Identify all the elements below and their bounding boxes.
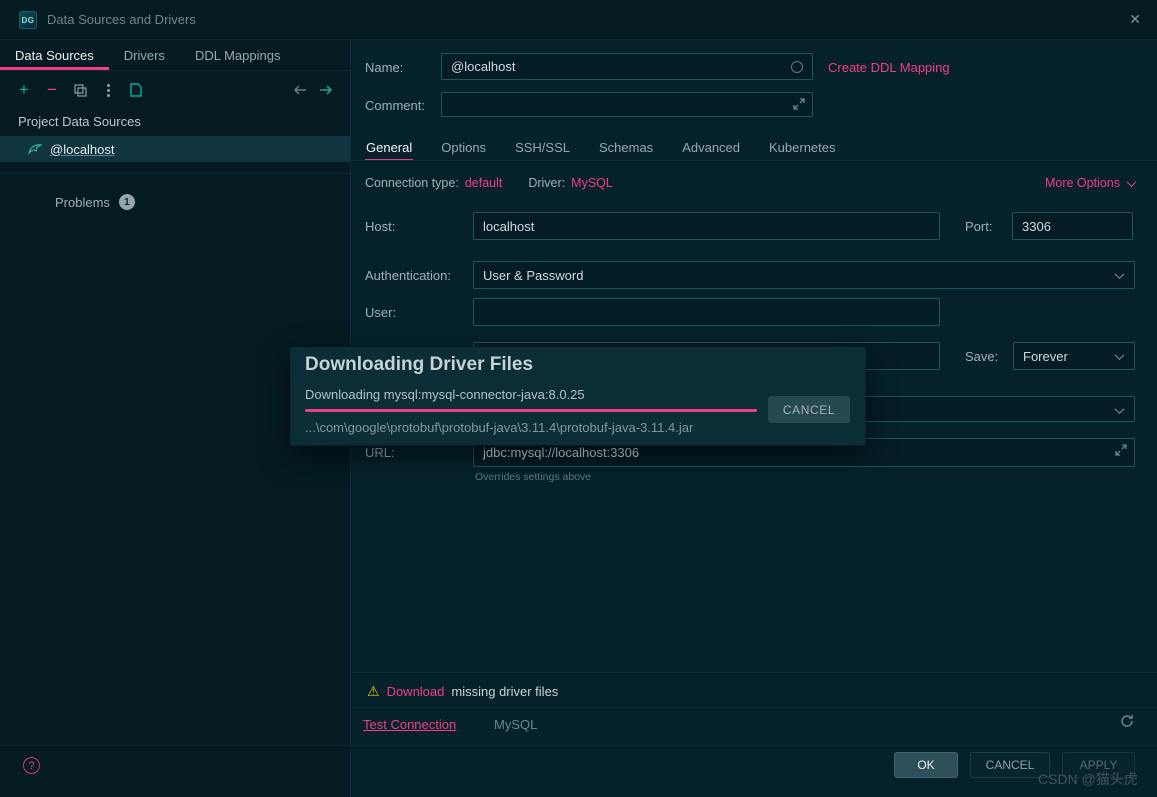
url-label: URL: (365, 445, 395, 460)
name-input[interactable]: @localhost (441, 53, 813, 80)
connection-type-value[interactable]: default (465, 176, 503, 190)
tab-data-sources[interactable]: Data Sources (0, 40, 109, 70)
loading-spinner-icon (791, 61, 803, 73)
popup-status-text: Downloading mysql:mysql-connector-java:8… (305, 387, 585, 402)
sidebar-tabs: Data Sources Drivers DDL Mappings (0, 40, 350, 71)
port-label: Port: (965, 219, 992, 234)
comment-input[interactable] (441, 92, 813, 117)
content-divider (351, 672, 1157, 673)
tab-general[interactable]: General (365, 134, 413, 161)
warning-icon: ⚠ (367, 683, 380, 700)
tab-options[interactable]: Options (440, 134, 487, 161)
tab-advanced[interactable]: Advanced (681, 134, 741, 161)
create-ddl-mapping-link[interactable]: Create DDL Mapping (828, 60, 950, 75)
app-icon: DG (19, 11, 37, 29)
driver-name-label: MySQL (494, 717, 537, 732)
tab-drivers[interactable]: Drivers (109, 40, 180, 70)
datasource-item-localhost[interactable]: @localhost (0, 136, 350, 162)
titlebar: DG Data Sources and Drivers ✕ (0, 0, 1157, 40)
tab-ssh-ssl[interactable]: SSH/SSL (514, 134, 571, 161)
remove-icon[interactable]: − (44, 82, 60, 98)
problems-label: Problems (55, 195, 110, 210)
authentication-select[interactable]: User & Password (473, 261, 1135, 289)
chevron-down-icon (1115, 269, 1125, 279)
driver-label: Driver: (528, 176, 565, 190)
restore-defaults-icon[interactable] (1119, 713, 1135, 734)
ok-button[interactable]: OK (894, 752, 958, 778)
download-progress-bar (305, 409, 757, 412)
test-connection-link[interactable]: Test Connection (363, 717, 456, 732)
new-datasource-file-icon[interactable] (128, 82, 144, 98)
port-value: 3306 (1022, 219, 1051, 234)
window-title: Data Sources and Drivers (47, 12, 196, 27)
chevron-down-icon (1115, 350, 1125, 360)
user-input[interactable] (473, 298, 940, 326)
download-progress-fill (305, 409, 757, 412)
save-select[interactable]: Forever (1013, 342, 1135, 370)
forward-arrow-icon[interactable] (318, 82, 334, 98)
watermark: CSDN @猫头虎 (1038, 769, 1138, 789)
problems-node[interactable]: Problems 1 (55, 194, 135, 210)
popup-file-path: ...\com\google\protobuf\protobuf-java\3.… (305, 420, 693, 435)
duplicate-icon[interactable] (72, 82, 88, 98)
tab-kubernetes[interactable]: Kubernetes (768, 134, 837, 161)
close-icon[interactable]: ✕ (1129, 11, 1141, 28)
missing-driver-warning: ⚠ Download missing driver files (367, 683, 558, 700)
help-icon[interactable]: ? (23, 757, 40, 774)
more-options-label: More Options (1045, 176, 1120, 190)
chevron-down-icon (1127, 177, 1137, 187)
tab-schemas[interactable]: Schemas (598, 134, 654, 161)
authentication-label: Authentication: (365, 268, 451, 283)
user-label: User: (365, 305, 396, 320)
sidebar-divider (0, 173, 350, 174)
url-hint: Overrides settings above (475, 471, 591, 483)
popup-title: Downloading Driver Files (305, 354, 533, 376)
back-arrow-icon[interactable] (292, 82, 308, 98)
history-nav (292, 82, 334, 98)
warning-text: missing driver files (451, 684, 558, 699)
comment-label: Comment: (365, 98, 425, 113)
host-input[interactable]: localhost (473, 212, 940, 240)
sidebar-toolbar: + − (0, 78, 350, 102)
tab-ddl-mappings[interactable]: DDL Mappings (180, 40, 296, 70)
connection-type-label: Connection type: (365, 176, 459, 190)
problems-count-badge: 1 (119, 194, 135, 210)
download-driver-link[interactable]: Download (387, 684, 445, 699)
name-label: Name: (365, 60, 403, 75)
name-value: @localhost (451, 59, 516, 74)
url-value: jdbc:mysql://localhost:3306 (483, 445, 639, 460)
expand-icon[interactable] (1115, 444, 1127, 459)
footer-divider (0, 745, 1157, 746)
downloading-driver-popup: Downloading Driver Files Downloading mys… (291, 348, 865, 445)
authentication-value: User & Password (483, 268, 583, 283)
save-label: Save: (965, 349, 998, 364)
project-data-sources-label: Project Data Sources (18, 114, 141, 129)
add-icon[interactable]: + (16, 82, 32, 98)
mysql-icon (27, 141, 43, 157)
host-label: Host: (365, 219, 395, 234)
expand-icon[interactable] (793, 98, 805, 113)
tabs-divider (351, 160, 1157, 161)
connection-type-row: Connection type: default Driver: MySQL M… (365, 173, 1135, 193)
more-actions-icon[interactable] (100, 82, 116, 98)
settings-tabs: General Options SSH/SSL Schemas Advanced… (365, 134, 837, 161)
popup-cancel-button[interactable]: CANCEL (768, 396, 850, 423)
chevron-down-icon (1115, 404, 1125, 414)
data-sources-dialog: DG Data Sources and Drivers ✕ Data Sourc… (0, 0, 1157, 797)
port-input[interactable]: 3306 (1012, 212, 1133, 240)
test-connection-divider (351, 707, 1157, 708)
more-options-link[interactable]: More Options (1045, 176, 1135, 190)
host-value: localhost (483, 219, 534, 234)
datasource-item-label: @localhost (50, 142, 115, 157)
save-value: Forever (1023, 349, 1068, 364)
driver-value[interactable]: MySQL (571, 176, 613, 190)
